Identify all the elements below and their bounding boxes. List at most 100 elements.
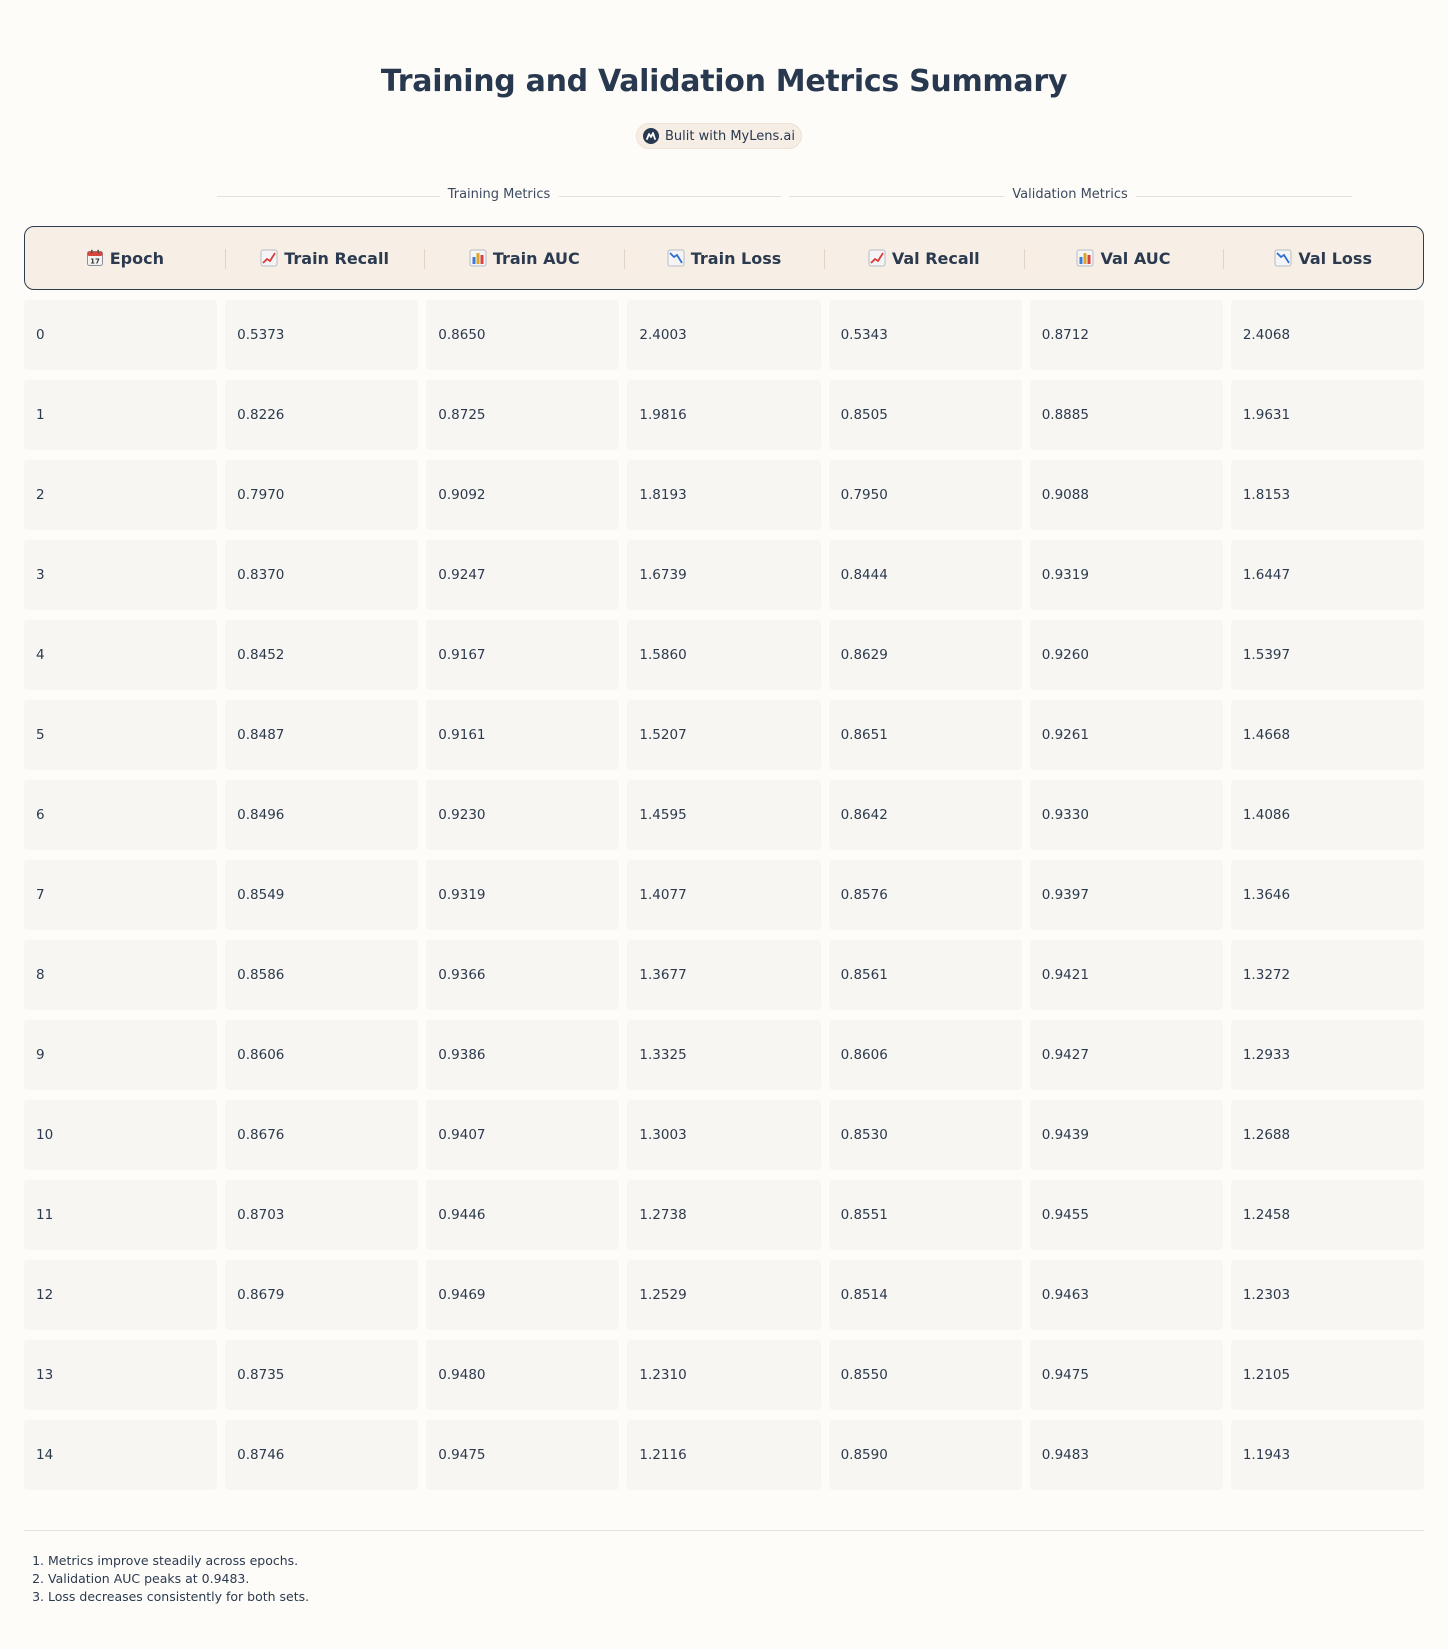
cell-val-loss: 2.4068 [1230, 300, 1424, 370]
cell-train-loss: 1.9816 [627, 380, 821, 450]
header-label: Val AUC [1100, 248, 1171, 268]
cell-train-recall: 0.8496 [225, 780, 419, 850]
svg-text:17: 17 [90, 258, 100, 266]
table-row: 12 0.8679 0.9469 1.2529 0.8514 0.9463 1.2303 [24, 1260, 1424, 1330]
header-label: Train Loss [690, 248, 782, 268]
cell-val-recall: 0.8561 [828, 940, 1022, 1010]
cell-train-loss: 1.2310 [627, 1340, 821, 1410]
cell-val-recall: 0.8444 [828, 540, 1022, 610]
table-row: 14 0.8746 0.9475 1.2116 0.8590 0.9483 1.1943 [24, 1420, 1424, 1490]
cell-train-loss: 1.4595 [627, 780, 821, 850]
note-item: Loss decreases consistently for both set… [48, 1588, 309, 1606]
cell-val-recall: 0.8651 [828, 700, 1022, 770]
bar-chart-icon [1076, 249, 1094, 267]
cell-epoch: 7 [24, 860, 218, 930]
cell-val-loss: 1.9631 [1230, 380, 1424, 450]
chart-down-icon [667, 249, 685, 267]
header-label: Val Recall [891, 248, 980, 268]
cell-val-recall: 0.8576 [828, 860, 1022, 930]
cell-train-auc: 0.8650 [426, 300, 620, 370]
cell-epoch: 2 [24, 460, 218, 530]
cell-train-recall: 0.8703 [225, 1180, 419, 1250]
cell-train-loss: 1.2529 [627, 1260, 821, 1330]
chart-up-icon [868, 249, 886, 267]
header-label: Train AUC [492, 248, 580, 268]
cell-epoch: 0 [24, 300, 218, 370]
cell-val-auc: 0.9330 [1029, 780, 1223, 850]
cell-train-auc: 0.9407 [426, 1100, 620, 1170]
cell-val-auc: 0.8712 [1029, 300, 1223, 370]
cell-val-recall: 0.8590 [828, 1420, 1022, 1490]
cell-epoch: 9 [24, 1020, 218, 1090]
table-row: 11 0.8703 0.9446 1.2738 0.8551 0.9455 1.2458 [24, 1180, 1424, 1250]
note-item: Metrics improve steadily across epochs. [48, 1552, 309, 1570]
cell-train-loss: 1.3003 [627, 1100, 821, 1170]
cell-train-auc: 0.9247 [426, 540, 620, 610]
header-train-loss: Train Loss [624, 227, 824, 289]
table-row: 6 0.8496 0.9230 1.4595 0.8642 0.9330 1.4086 [24, 780, 1424, 850]
cell-train-auc: 0.9386 [426, 1020, 620, 1090]
table-row: 8 0.8586 0.9366 1.3677 0.8561 0.9421 1.3272 [24, 940, 1424, 1010]
chart-down-icon [1274, 249, 1292, 267]
cell-train-recall: 0.8487 [225, 700, 419, 770]
note-item: Validation AUC peaks at 0.9483. [48, 1570, 309, 1588]
cell-train-loss: 1.3325 [627, 1020, 821, 1090]
cell-val-auc: 0.9427 [1029, 1020, 1223, 1090]
cell-val-auc: 0.9260 [1029, 620, 1223, 690]
cell-val-loss: 1.4086 [1230, 780, 1424, 850]
cell-val-auc: 0.9463 [1029, 1260, 1223, 1330]
cell-val-loss: 1.3272 [1230, 940, 1424, 1010]
cell-train-loss: 1.2116 [627, 1420, 821, 1490]
cell-epoch: 11 [24, 1180, 218, 1250]
cell-train-recall: 0.8735 [225, 1340, 419, 1410]
cell-train-recall: 0.5373 [225, 300, 419, 370]
cell-val-loss: 1.4668 [1230, 700, 1424, 770]
cell-train-recall: 0.8606 [225, 1020, 419, 1090]
notes-list: Metrics improve steadily across epochs.V… [24, 1552, 309, 1606]
footer-divider [24, 1530, 1424, 1531]
table-body: 0 0.5373 0.8650 2.4003 0.5343 0.8712 2.4068 1 0.… [24, 300, 1424, 1500]
table-row: 3 0.8370 0.9247 1.6739 0.8444 0.9319 1.6447 [24, 540, 1424, 610]
cell-val-loss: 1.2105 [1230, 1340, 1424, 1410]
cell-val-loss: 1.2688 [1230, 1100, 1424, 1170]
cell-val-loss: 1.6447 [1230, 540, 1424, 610]
cell-val-loss: 1.5397 [1230, 620, 1424, 690]
cell-val-auc: 0.9397 [1029, 860, 1223, 930]
header-val-loss: Val Loss [1223, 227, 1423, 289]
header-train-recall: Train Recall [224, 227, 425, 289]
header-label: Epoch [109, 248, 164, 268]
cell-val-recall: 0.8606 [828, 1020, 1022, 1090]
cell-val-loss: 1.2303 [1230, 1260, 1424, 1330]
cell-val-loss: 1.2933 [1230, 1020, 1424, 1090]
cell-val-recall: 0.8551 [828, 1180, 1022, 1250]
header-epoch: 17 Epoch [25, 227, 225, 289]
cell-train-recall: 0.8586 [225, 940, 419, 1010]
cell-val-recall: 0.8530 [828, 1100, 1022, 1170]
cell-train-recall: 0.8679 [225, 1260, 419, 1330]
mylens-logo-icon [643, 128, 660, 144]
cell-train-loss: 1.6739 [627, 540, 821, 610]
cell-epoch: 3 [24, 540, 218, 610]
cell-val-auc: 0.9483 [1029, 1420, 1223, 1490]
cell-train-loss: 1.5207 [627, 700, 821, 770]
cell-epoch: 8 [24, 940, 218, 1010]
cell-val-auc: 0.9319 [1029, 540, 1223, 610]
cell-val-recall: 0.8642 [828, 780, 1022, 850]
cell-val-loss: 1.1943 [1230, 1420, 1424, 1490]
cell-train-recall: 0.8452 [225, 620, 419, 690]
cell-train-auc: 0.9092 [426, 460, 620, 530]
cell-train-auc: 0.9366 [426, 940, 620, 1010]
cell-val-auc: 0.9439 [1029, 1100, 1223, 1170]
mylens-badge[interactable]: Bulit with MyLens.ai [636, 123, 802, 149]
cell-train-recall: 0.8676 [225, 1100, 419, 1170]
cell-val-auc: 0.9455 [1029, 1180, 1223, 1250]
cell-epoch: 4 [24, 620, 218, 690]
cell-train-loss: 1.4077 [627, 860, 821, 930]
cell-train-loss: 1.2738 [627, 1180, 821, 1250]
header-label: Train Recall [284, 248, 389, 268]
table-row: 0 0.5373 0.8650 2.4003 0.5343 0.8712 2.4068 [24, 300, 1424, 370]
cell-train-auc: 0.9469 [426, 1260, 620, 1330]
cell-val-loss: 1.3646 [1230, 860, 1424, 930]
cell-val-auc: 0.9261 [1029, 700, 1223, 770]
table-row: 9 0.8606 0.9386 1.3325 0.8606 0.9427 1.2933 [24, 1020, 1424, 1090]
